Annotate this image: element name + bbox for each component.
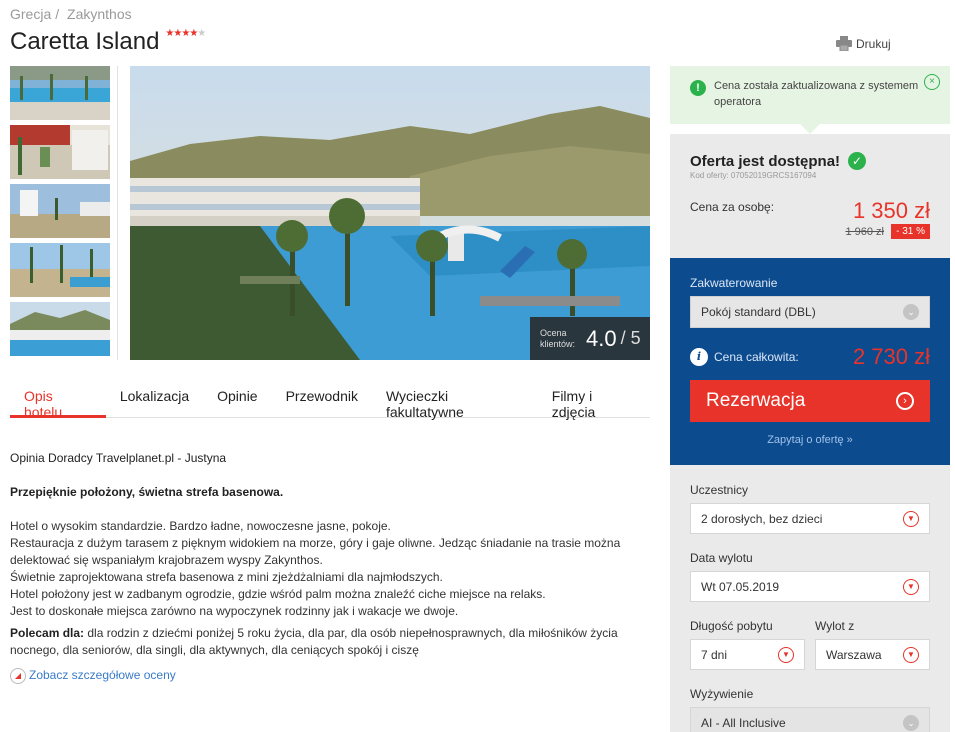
participants-label: Uczestnicy <box>690 483 749 497</box>
reserve-button[interactable]: Rezerwacja › <box>690 380 930 422</box>
hotel-stars: ★★★★★ <box>165 28 206 39</box>
offer-status: Oferta jest dostępna! ✓ <box>690 152 930 170</box>
departure-label: Data wylotu <box>690 551 753 565</box>
thumbnail-1[interactable] <box>10 66 110 120</box>
print-label: Drukuj <box>856 36 891 51</box>
board-select[interactable]: AI - All Inclusive ⌄ <box>690 707 930 732</box>
total-price-info: i Cena całkowita: <box>690 348 799 366</box>
tab-reviews[interactable]: Opinie <box>203 378 271 418</box>
chevron-down-icon: ⌄ <box>903 304 919 320</box>
breadcrumb-country[interactable]: Grecja <box>10 6 51 22</box>
chevron-down-icon: ⌄ <box>903 714 919 731</box>
old-price: 1 960 zł <box>845 226 884 238</box>
description-paragraph: Hotel o wysokim standardzie. Bardzo ładn… <box>10 519 391 533</box>
price-value: 1 350 zł <box>852 198 930 223</box>
price-per-person: Cena za osobę: 1 350 zł 1 960 zł - 31 % <box>690 198 930 239</box>
arrow-right-icon: › <box>896 392 914 410</box>
participants-value: 2 dorosłych, bez dzieci <box>701 511 823 526</box>
description-paragraph: Świetnie zaprojektowana strefa basenowa … <box>10 570 443 584</box>
page-title: Caretta Island <box>10 28 160 55</box>
hotel-description: Opinia Doradcy Travelplanet.pl - Justyna… <box>10 450 650 684</box>
hotel-page: Grecja / Zakynthos Caretta Island ★★★★★ D… <box>0 0 955 732</box>
breadcrumb: Grecja / Zakynthos <box>10 6 136 22</box>
notice-pointer <box>800 124 820 134</box>
total-price-value: 2 730 zł <box>852 344 930 369</box>
chevron-down-icon: ▼ <box>903 578 919 595</box>
description-text: Hotel o wysokim standardzie. Bardzo ładn… <box>10 518 650 620</box>
discount-badge: - 31 % <box>891 224 930 239</box>
recommend-label: Polecam dla: <box>10 626 85 640</box>
tab-guide[interactable]: Przewodnik <box>272 378 372 418</box>
main-photo[interactable] <box>130 66 650 360</box>
thumbnail-4[interactable] <box>10 243 110 297</box>
print-button[interactable]: Drukuj <box>836 36 891 51</box>
notice-text: Cena została zaktualizowana z systemem o… <box>714 80 919 108</box>
participants-select[interactable]: 2 dorosłych, bez dzieci ▼ <box>690 503 930 534</box>
offer-box: Oferta jest dostępna! ✓ Kod oferty: 0705… <box>670 134 950 258</box>
total-price-row: i Cena całkowita: 2 730 zł <box>690 344 930 370</box>
advisor-heading: Opinia Doradcy Travelplanet.pl - Justyna <box>10 451 227 465</box>
accommodation-label: Zakwaterowanie <box>690 276 778 290</box>
thumbnail-strip <box>10 66 110 361</box>
rating-label: Ocena klientów: <box>540 327 576 349</box>
search-filters: Uczestnicy 2 dorosłych, bez dzieci ▼ Dat… <box>670 465 950 732</box>
info-icon[interactable]: i <box>690 348 708 366</box>
recommend-text: dla rodzin z dziećmi poniżej 5 roku życi… <box>10 626 618 657</box>
thumbnail-5[interactable] <box>10 302 110 356</box>
recommend-for: Polecam dla: dla rodzin z dziećmi poniże… <box>10 625 650 659</box>
accommodation-select[interactable]: Pokój standard (DBL) ⌄ <box>690 296 930 328</box>
check-icon: ✓ <box>848 152 867 170</box>
board-value: AI - All Inclusive <box>701 715 786 730</box>
tab-excursions[interactable]: Wycieczki fakultatywne <box>372 378 538 420</box>
rating-value: 4.0 <box>586 325 617 351</box>
breadcrumb-region[interactable]: Zakynthos <box>67 6 132 22</box>
origin-col: Wylot z Warszawa ▼ <box>815 619 930 670</box>
description-paragraph: Hotel położony jest w zadbanym ogrodzie,… <box>10 587 546 601</box>
exclamation-icon: ! <box>690 80 706 96</box>
rating-max: / 5 <box>620 328 641 348</box>
offer-title: Oferta jest dostępna! <box>690 152 841 170</box>
duration-value: 7 dni <box>701 647 728 662</box>
printer-icon <box>836 36 852 51</box>
duration-label: Długość pobytu <box>690 619 773 633</box>
price-label: Cena za osobę: <box>690 200 775 214</box>
total-price-label: Cena całkowita: <box>714 350 799 364</box>
star-empty-icon: ★ <box>197 28 206 39</box>
accommodation-value: Pokój standard (DBL) <box>701 305 816 319</box>
chevron-down-icon: ▼ <box>778 646 794 663</box>
thumbnail-3[interactable] <box>10 184 110 238</box>
duration-select[interactable]: 7 dni ▼ <box>690 639 805 670</box>
gallery-divider <box>117 66 118 360</box>
duration-origin-row: Długość pobytu 7 dni ▼ Wylot z Warszawa … <box>690 619 930 670</box>
detailed-ratings-link[interactable]: Zobacz szczegółowe oceny <box>10 667 650 684</box>
chart-icon <box>10 667 26 684</box>
chevron-down-icon: ▼ <box>903 510 919 527</box>
reserve-label: Rezerwacja <box>706 390 806 411</box>
price-update-notice: ! Cena została zaktualizowana z systemem… <box>670 66 950 124</box>
ask-about-offer-link[interactable]: Zapytaj o ofertę » <box>690 434 930 446</box>
departure-value: Wt 07.05.2019 <box>701 579 780 594</box>
duration-col: Długość pobytu 7 dni ▼ <box>690 619 805 670</box>
offer-code: Kod oferty: 07052019GRCS167094 <box>690 171 817 180</box>
customer-rating-box: Ocena klientów: 4.0 / 5 <box>530 317 650 360</box>
booking-box: Zakwaterowanie Pokój standard (DBL) ⌄ i … <box>670 258 950 465</box>
departure-date-select[interactable]: Wt 07.05.2019 ▼ <box>690 571 930 602</box>
tab-media[interactable]: Filmy i zdjęcia <box>538 378 650 420</box>
departure-airport-label: Wylot z <box>815 619 855 633</box>
chevron-down-icon: ▼ <box>903 646 919 663</box>
detailed-ratings-label: Zobacz szczegółowe oceny <box>29 668 176 682</box>
departure-airport-value: Warszawa <box>826 647 882 662</box>
tab-description[interactable]: Opis hotelu <box>10 378 106 420</box>
board-label: Wyżywienie <box>690 687 754 701</box>
close-icon[interactable]: × <box>924 74 940 90</box>
departure-airport-select[interactable]: Warszawa ▼ <box>815 639 930 670</box>
breadcrumb-separator: / <box>55 6 60 22</box>
hotel-tabs: Opis hotelu Lokalizacja Opinie Przewodni… <box>10 378 650 420</box>
description-paragraph: Restauracja z dużym tarasem z pięknym wi… <box>10 536 621 567</box>
thumbnail-2[interactable] <box>10 125 110 179</box>
tagline: Przepięknie położony, świetna strefa bas… <box>10 485 284 499</box>
description-paragraph: Jest to doskonałe miejsca zarówno na wyp… <box>10 604 459 618</box>
title-row: Caretta Island ★★★★★ <box>10 28 206 56</box>
tab-location[interactable]: Lokalizacja <box>106 378 203 418</box>
